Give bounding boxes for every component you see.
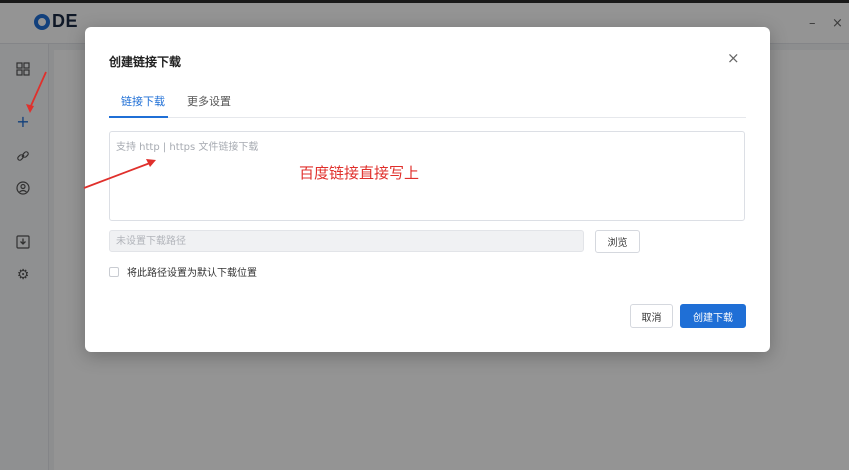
default-path-checkbox[interactable]	[109, 266, 119, 277]
dialog-close-icon[interactable]: ×	[727, 51, 740, 66]
create-link-download-dialog: 创建链接下载 × 链接下载 更多设置 浏览 将此路径设置为默认下载位置 取消 创…	[85, 27, 770, 352]
dialog-title: 创建链接下载	[109, 55, 182, 69]
download-path-input[interactable]	[109, 230, 584, 252]
cancel-button[interactable]: 取消	[630, 304, 673, 328]
tab-link-download[interactable]: 链接下载	[121, 93, 165, 109]
browse-button[interactable]: 浏览	[595, 230, 640, 253]
default-path-option[interactable]: 将此路径设置为默认下载位置	[109, 264, 257, 279]
active-tab-indicator	[109, 116, 168, 118]
annotation-text: 百度链接直接写上	[299, 164, 420, 182]
url-input[interactable]	[109, 131, 745, 221]
dialog-tabs: 链接下载 更多设置	[109, 91, 746, 118]
default-path-label: 将此路径设置为默认下载位置	[127, 268, 257, 279]
create-download-button[interactable]: 创建下载	[680, 304, 746, 328]
tab-more-settings[interactable]: 更多设置	[187, 93, 231, 109]
